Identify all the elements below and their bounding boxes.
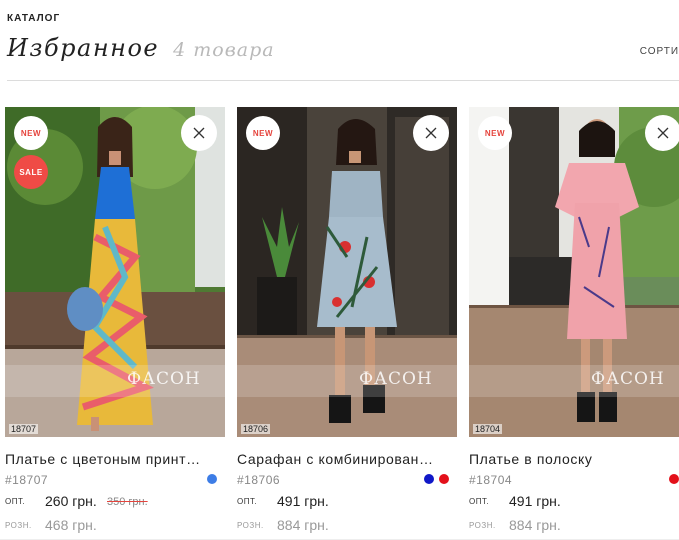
color-swatches bbox=[669, 474, 679, 484]
meta-row: #18707 bbox=[5, 471, 225, 489]
retail-price-row: РОЗН. 468 грн. bbox=[5, 517, 225, 537]
close-icon bbox=[425, 127, 437, 139]
photo-code: 18704 bbox=[473, 424, 503, 434]
color-swatches bbox=[207, 474, 217, 484]
wholesale-label: ОПТ. bbox=[5, 497, 26, 506]
breadcrumb[interactable]: КАТАЛОГ bbox=[7, 13, 60, 24]
retail-label: РОЗН. bbox=[5, 521, 32, 530]
sale-badge: SALE bbox=[14, 155, 48, 189]
product-photo[interactable]: ФАСОН NEW SALE 18707 bbox=[5, 107, 225, 437]
wholesale-price-row: ОПТ. 491 грн. bbox=[469, 493, 679, 513]
product-sku: #18704 bbox=[469, 473, 513, 487]
color-swatch[interactable] bbox=[669, 474, 679, 484]
product-name[interactable]: Платье в полоску bbox=[469, 451, 679, 467]
color-swatch[interactable] bbox=[424, 474, 434, 484]
remove-favorite-button[interactable] bbox=[181, 115, 217, 151]
title-row: Избранное 4 товара bbox=[7, 34, 275, 62]
product-card[interactable]: ФАСОН NEW 18704 Платье в полоску #18704 … bbox=[469, 107, 679, 537]
sort-dropdown[interactable]: СОРТИ bbox=[640, 46, 679, 57]
retail-price: 884 грн. bbox=[509, 517, 561, 533]
color-swatch[interactable] bbox=[207, 474, 217, 484]
wholesale-label: ОПТ. bbox=[469, 497, 490, 506]
product-photo[interactable]: ФАСОН NEW 18706 bbox=[237, 107, 457, 437]
product-sku: #18707 bbox=[5, 473, 49, 487]
wholesale-price: 491 грн. bbox=[509, 493, 561, 509]
close-icon bbox=[657, 127, 669, 139]
product-name[interactable]: Сарафан с комбинирован… bbox=[237, 451, 447, 467]
page-title: Избранное bbox=[7, 34, 160, 62]
old-price: 350 грн. bbox=[107, 496, 148, 508]
new-badge: NEW bbox=[478, 116, 512, 150]
wholesale-label: ОПТ. bbox=[237, 497, 258, 506]
product-photo[interactable]: ФАСОН NEW 18704 bbox=[469, 107, 679, 437]
product-card[interactable]: ФАСОН NEW 18706 Сарафан с комбинирован… … bbox=[237, 107, 457, 537]
photo-code: 18707 bbox=[9, 424, 39, 434]
header-divider bbox=[7, 80, 679, 81]
close-icon bbox=[193, 127, 205, 139]
product-sku: #18706 bbox=[237, 473, 281, 487]
wholesale-price-row: ОПТ. 260 грн. 350 грн. bbox=[5, 493, 225, 513]
brand-watermark: ФАСОН bbox=[359, 369, 433, 389]
product-name[interactable]: Платье с цветоным принт… bbox=[5, 451, 215, 467]
meta-row: #18706 bbox=[237, 471, 457, 489]
remove-favorite-button[interactable] bbox=[645, 115, 679, 151]
item-count: 4 товара bbox=[173, 39, 275, 61]
retail-price-row: РОЗН. 884 грн. bbox=[469, 517, 679, 537]
color-swatches bbox=[424, 474, 449, 484]
wholesale-price: 260 грн. bbox=[45, 493, 97, 509]
color-swatch[interactable] bbox=[439, 474, 449, 484]
new-badge: NEW bbox=[246, 116, 280, 150]
product-card[interactable]: ФАСОН NEW SALE 18707 Платье с цветоным п… bbox=[5, 107, 225, 537]
wholesale-price: 491 грн. bbox=[277, 493, 329, 509]
retail-price: 884 грн. bbox=[277, 517, 329, 533]
new-badge: NEW bbox=[14, 116, 48, 150]
brand-watermark: ФАСОН bbox=[591, 369, 665, 389]
retail-price: 468 грн. bbox=[45, 517, 97, 533]
retail-label: РОЗН. bbox=[237, 521, 264, 530]
photo-code: 18706 bbox=[241, 424, 271, 434]
retail-price-row: РОЗН. 884 грн. bbox=[237, 517, 457, 537]
brand-watermark: ФАСОН bbox=[127, 369, 201, 389]
retail-label: РОЗН. bbox=[469, 521, 496, 530]
meta-row: #18704 bbox=[469, 471, 679, 489]
remove-favorite-button[interactable] bbox=[413, 115, 449, 151]
wholesale-price-row: ОПТ. 491 грн. bbox=[237, 493, 457, 513]
